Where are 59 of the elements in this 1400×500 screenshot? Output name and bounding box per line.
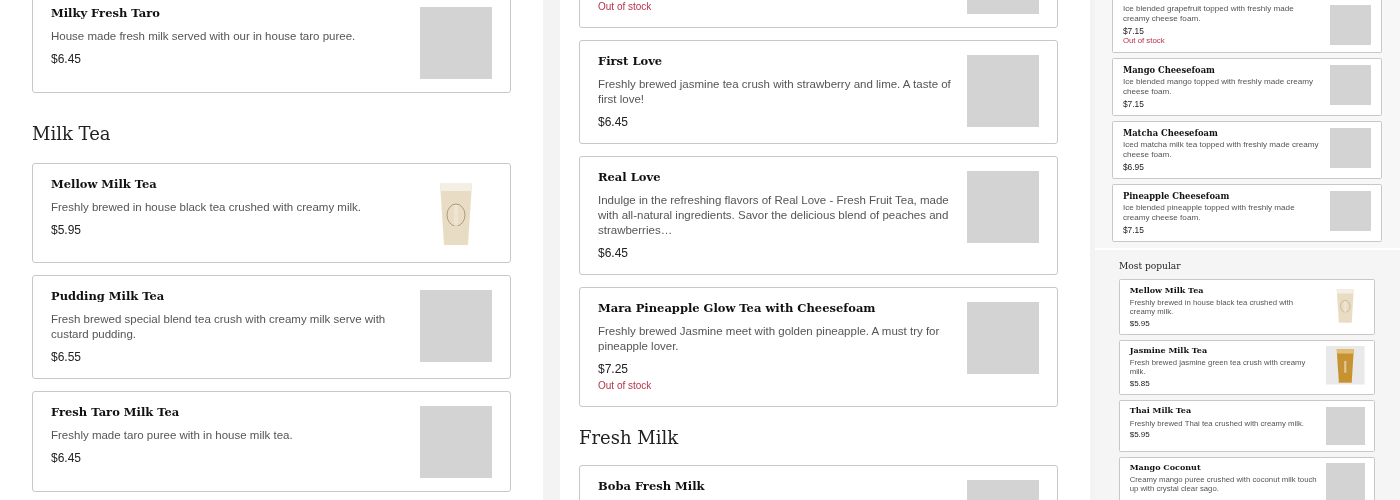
- item-name: Pudding Milk Tea: [51, 289, 165, 304]
- menu-item-card[interactable]: Pudding Milk Tea Fresh brewed special blend tea crush with creamy milk serve with custard pudding. $6.55: [32, 275, 511, 379]
- item-description: Creamy mango puree crushed with coconut milk touch up with crystal clear sago.: [1129, 475, 1318, 494]
- item-name: Pineapple Cheesefoam: [1122, 190, 1230, 201]
- item-name: Boba Fresh Milk: [598, 479, 705, 494]
- item-description: House made fresh milk served with our in house taro puree.: [51, 29, 356, 44]
- item-description: Ice blended pineapple topped with freshly made creamy cheese foam.: [1122, 203, 1296, 223]
- menu-item-card[interactable]: Out of stock: [579, 0, 1058, 28]
- item-description: Freshly brewed in house black tea crushed with creamy milk.: [51, 200, 361, 215]
- item-name: Mara Pineapple Glow Tea with Cheesefoam: [598, 301, 876, 316]
- item-name: Mellow Milk Tea: [51, 177, 157, 192]
- item-price: $7.15: [1122, 99, 1144, 110]
- menu-item-card[interactable]: Fresh Taro Milk Tea Freshly made taro puree with in house milk tea. $6.45: [32, 391, 511, 492]
- stock-status: Out of stock: [598, 0, 652, 14]
- item-description: Ice blended mango topped with freshly made creamy cheese foam.: [1122, 77, 1315, 97]
- menu-item-card[interactable]: Mango Coconut Creamy mango puree crushed with coconut milk touch up with crystal clear sago.: [1119, 456, 1376, 500]
- menu-item-card[interactable]: Boba Fresh Milk: [579, 465, 1058, 500]
- item-description: Fresh brewed jasmine green tea crush with creamy milk.: [1129, 358, 1307, 377]
- item-name: Fresh Taro Milk Tea: [51, 405, 180, 420]
- item-price: $6.95: [1122, 162, 1144, 173]
- item-price: $6.45: [598, 246, 629, 261]
- item-price: $7.15: [1122, 225, 1144, 236]
- item-price: $6.55: [51, 350, 82, 365]
- section-heading: Fresh Milk: [579, 427, 680, 449]
- item-name: Milky Fresh Taro: [51, 6, 160, 21]
- menu-item-card[interactable]: Milky Fresh Taro House made fresh milk served with our in house taro puree. $6.45: [32, 0, 511, 93]
- menu-item-card[interactable]: Real Love Indulge in the refreshing flavors of Real Love - Fresh Fruit Tea, made with all-natural ingredients. Savor the delicious blend of peaches and strawberries… $6.45: [579, 156, 1058, 275]
- item-description: Freshly brewed Thai tea crushed with creamy milk.: [1129, 418, 1304, 428]
- item-description: Ice blended grapefruit topped with freshly made creamy cheese foam.: [1122, 4, 1295, 24]
- item-description: Freshly brewed in house black tea crushed with creamy milk.: [1129, 298, 1294, 317]
- item-name: First Love: [598, 54, 663, 69]
- stock-status: Out of stock: [598, 379, 652, 393]
- item-name: Jasmine Milk Tea: [1129, 346, 1208, 356]
- menu-item-card[interactable]: Pineapple Cheesefoam Ice blended pineapple topped with freshly made creamy cheese foam. $7.15: [1111, 183, 1382, 242]
- item-name: Real Love: [598, 170, 661, 185]
- item-description: Freshly brewed Jasmine meet with golden pineapple. A must try for pineapple lover.: [598, 324, 941, 354]
- item-price: $6.45: [598, 115, 629, 130]
- item-name: Mellow Milk Tea: [1129, 285, 1204, 296]
- item-description: Indulge in the refreshing flavors of Real Love - Fresh Fruit Tea, made with all-natural ingredients. Savor the delicious blend of peaches and strawberries…: [598, 193, 950, 238]
- menu-item-card[interactable]: First Love Freshly brewed jasmine tea crush with strawberry and lime. A taste of first love! $6.45: [579, 40, 1058, 144]
- item-price: $7.25: [598, 362, 629, 377]
- item-name: Matcha Cheesefoam: [1122, 127, 1218, 138]
- item-description: Fresh brewed special blend tea crush with creamy milk serve with custard pudding.: [51, 312, 387, 342]
- item-price: $5.95: [51, 223, 82, 238]
- item-name: Mango Cheesefoam: [1122, 64, 1215, 75]
- item-name: Thai Milk Tea: [1129, 406, 1192, 416]
- item-price: $7.15: [1122, 26, 1144, 37]
- menu-item-card[interactable]: Matcha Cheesefoam Iced matcha milk tea topped with freshly made creamy cheese foam. $6.95: [1111, 120, 1382, 179]
- menu-item-card[interactable]: Mango Cheesefoam Ice blended mango topped with freshly made creamy cheese foam. $7.15: [1111, 57, 1382, 116]
- menu-item-card[interactable]: Mara Pineapple Glow Tea with Cheesefoam Freshly brewed Jasmine meet with golden pineapple. A must try for pineapple lover. $7.25 Out of stock: [579, 287, 1058, 407]
- item-description: Freshly brewed jasmine tea crush with strawberry and lime. A taste of first love!: [598, 77, 952, 107]
- item-price: $6.45: [51, 52, 82, 67]
- menu-item-card[interactable]: Mellow Milk Tea Freshly brewed in house black tea crushed with creamy milk. $5.95: [32, 163, 511, 263]
- item-name: Mango Coconut: [1129, 462, 1201, 473]
- item-price: $6.45: [51, 451, 82, 466]
- item-description: Iced matcha milk tea topped with freshly made creamy cheese foam.: [1122, 140, 1320, 160]
- section-heading: Milk Tea: [32, 123, 112, 145]
- item-description: Freshly made taro puree with in house milk tea.: [51, 428, 293, 443]
- section-heading: Most popular: [1119, 260, 1182, 273]
